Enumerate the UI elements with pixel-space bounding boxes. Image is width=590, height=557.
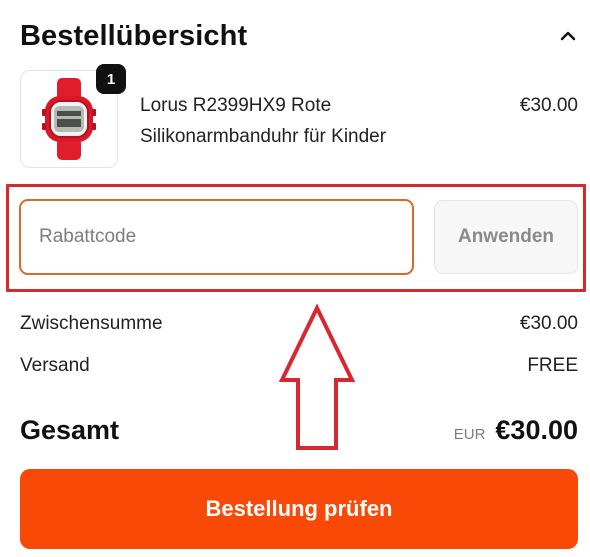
- product-thumbnail: 1: [20, 64, 126, 168]
- quantity-badge: 1: [96, 64, 126, 94]
- red-up-arrow-icon: [278, 303, 356, 450]
- apply-discount-button[interactable]: Anwenden: [434, 200, 578, 274]
- discount-code-input[interactable]: [19, 199, 414, 275]
- total-currency: EUR: [453, 425, 486, 443]
- order-summary-page: Bestellübersicht 1 Lorus R2399HX9 Rote S…: [0, 0, 590, 557]
- shipping-value: FREE: [527, 355, 578, 376]
- red-kids-watch-icon: [42, 78, 96, 160]
- subtotal-value: €30.00: [519, 313, 578, 334]
- cart-line-item: 1 Lorus R2399HX9 Rote Silikonarmbanduhr …: [20, 64, 578, 168]
- total-value-group: EUR €30.00: [454, 415, 578, 446]
- review-order-button[interactable]: Bestellung prüfen: [20, 469, 578, 549]
- subtotal-label: Zwischensumme: [20, 313, 163, 334]
- product-price: €30.00: [519, 95, 578, 116]
- total-amount: €30.00: [495, 414, 578, 445]
- order-summary-header[interactable]: Bestellübersicht: [20, 16, 580, 56]
- product-name: Lorus R2399HX9 Rote Silikonarmbanduhr fü…: [140, 95, 387, 147]
- chevron-up-icon[interactable]: [556, 24, 580, 48]
- order-summary-title: Bestellübersicht: [20, 19, 248, 52]
- total-label: Gesamt: [20, 414, 120, 445]
- shipping-label: Versand: [20, 355, 90, 376]
